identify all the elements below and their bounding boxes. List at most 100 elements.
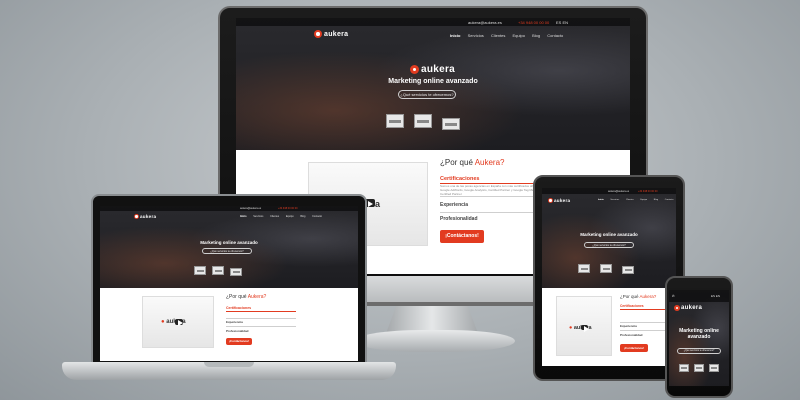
contact-phone[interactable]: +34 948 00 00 00 xyxy=(518,20,549,25)
phone-website: ✆ ES EN aukera Marketing online avanzado… xyxy=(669,290,729,386)
contact-phone[interactable]: +34 948 00 00 00 xyxy=(278,207,298,210)
hero-title: Marketing online avanzado xyxy=(200,240,258,245)
laptop-notch xyxy=(204,362,254,367)
google-analytics-badge xyxy=(414,114,432,128)
accordion-certificaciones[interactable]: Certificaciones xyxy=(620,304,644,308)
tablet-website: aukera@aukera.es +34 948 00 00 00 aukera… xyxy=(542,188,676,366)
contact-email[interactable]: aukera@aukera.es xyxy=(608,190,629,193)
phone-icon[interactable]: ✆ xyxy=(672,294,675,298)
video-player[interactable]: ● aukera xyxy=(556,296,612,356)
header-logo[interactable]: aukera xyxy=(134,214,156,219)
services-button[interactable]: ¿Qué servicios te ofrecemos? xyxy=(584,242,634,248)
language-switch[interactable]: ES EN xyxy=(711,294,720,298)
accordion-experiencia[interactable]: Experiencia xyxy=(440,202,468,208)
nav-item-contacto[interactable]: Contacto xyxy=(665,199,674,201)
tag-manager-badge xyxy=(442,118,460,130)
header-logo[interactable]: aukera xyxy=(314,30,348,38)
why-prefix: ¿Por qué xyxy=(440,158,475,167)
accordion-profesionalidad[interactable]: Profesionalidad xyxy=(440,216,478,222)
nav-item-clientes[interactable]: Clientes xyxy=(491,33,505,38)
google-adwords-badge xyxy=(578,264,590,273)
accordion-divider xyxy=(226,326,296,327)
accordion-profesionalidad[interactable]: Profesionalidad xyxy=(226,329,249,333)
hero-section: aukera@aukera.es +34 948 00 00 00 ES EN … xyxy=(236,18,630,150)
contact-button[interactable]: ¡Contáctanos! xyxy=(440,230,484,243)
logo-text: aukera xyxy=(324,30,349,38)
top-contact-bar: aukera@aukera.es +34 948 00 00 00 xyxy=(100,206,358,211)
accordion-certificaciones[interactable]: Certificaciones xyxy=(226,306,251,310)
nav-item-servicios[interactable]: Servicios xyxy=(610,199,619,201)
play-icon[interactable] xyxy=(175,319,184,327)
services-button[interactable]: ¿Qué servicios te ofrecemos? xyxy=(677,348,721,354)
nav-item-servicios[interactable]: Servicios xyxy=(468,33,484,38)
tag-manager-badge xyxy=(709,364,719,372)
google-adwords-badge xyxy=(679,364,689,372)
logo-icon xyxy=(548,198,553,203)
nav-item-clientes[interactable]: Clientes xyxy=(626,199,634,201)
accordion-experiencia[interactable]: Experiencia xyxy=(620,324,637,328)
tag-manager-badge xyxy=(622,266,634,274)
hero-logo-text: aukera xyxy=(421,64,456,75)
contact-button[interactable]: ¡Contáctanos! xyxy=(226,338,252,345)
logo-text: aukera xyxy=(554,198,571,203)
hero-logo: aukera xyxy=(410,64,455,75)
services-button[interactable]: ¿Qué servicios te ofrecemos? xyxy=(398,90,456,99)
video-player[interactable]: ● aukera xyxy=(142,296,214,348)
nav-item-servicios[interactable]: Servicios xyxy=(253,215,263,218)
why-heading: ¿Por qué Aukera? xyxy=(440,158,504,167)
logo-text: aukera xyxy=(140,214,157,219)
contact-email[interactable]: aukera@aukera.es xyxy=(240,207,261,210)
nav-item-equipo[interactable]: Equipo xyxy=(286,215,294,218)
accordion-profesionalidad[interactable]: Profesionalidad xyxy=(620,333,643,337)
top-contact-bar: ✆ ES EN xyxy=(669,290,729,302)
hero-logo-icon xyxy=(410,65,419,74)
why-prefix: ¿Por qué xyxy=(226,294,248,300)
why-prefix: ¿Por qué xyxy=(620,294,640,299)
language-switch[interactable]: ES EN xyxy=(556,20,568,25)
logo-icon xyxy=(314,30,322,38)
nav-item-equipo[interactable]: Equipo xyxy=(513,33,525,38)
contact-button[interactable]: ¡Contáctanos! xyxy=(620,344,648,352)
monitor-stand-foot xyxy=(355,330,515,352)
accordion-experiencia[interactable]: Experiencia xyxy=(226,320,243,324)
why-heading: ¿Por qué Aukera? xyxy=(226,294,266,300)
hero-title: Marketing online avanzado xyxy=(388,78,478,85)
hero-title: Marketing online avanzado xyxy=(580,232,638,237)
google-adwords-badge xyxy=(194,266,206,275)
google-analytics-badge xyxy=(694,364,704,372)
hero-title: Marketing online avanzado xyxy=(679,328,719,340)
tag-manager-badge xyxy=(230,268,242,276)
play-icon[interactable] xyxy=(581,325,589,333)
nav-item-blog[interactable]: Blog xyxy=(654,199,658,201)
nav-item-inicio[interactable]: Inicio xyxy=(450,33,460,38)
services-button[interactable]: ¿Qué servicios te ofrecemos? xyxy=(202,248,252,254)
logo-icon xyxy=(134,214,139,219)
laptop-website: aukera@aukera.es +34 948 00 00 00 aukera… xyxy=(100,206,358,361)
hero-section: ✆ ES EN aukera Marketing online avanzado… xyxy=(669,290,729,386)
contact-phone[interactable]: +34 948 00 00 00 xyxy=(638,190,658,193)
nav-item-blog[interactable]: Blog xyxy=(300,215,305,218)
main-nav: Inicio Servicios Clientes Equipo Blog Co… xyxy=(592,199,674,201)
header-logo[interactable]: aukera xyxy=(548,198,570,203)
logo-text: aukera xyxy=(681,305,703,311)
why-brand: Aukera? xyxy=(247,294,267,300)
contact-email[interactable]: aukera@aukera.es xyxy=(468,20,502,25)
main-nav: Inicio Servicios Clientes Equipo Blog Co… xyxy=(444,33,563,38)
main-nav: Inicio Servicios Clientes Equipo Blog Co… xyxy=(234,215,322,218)
nav-item-contacto[interactable]: Contacto xyxy=(547,33,563,38)
hero-section: aukera@aukera.es +34 948 00 00 00 aukera… xyxy=(100,206,358,288)
accordion-certificaciones[interactable]: Certificaciones xyxy=(440,176,479,182)
top-contact-bar: aukera@aukera.es +34 948 00 00 00 ES EN xyxy=(236,18,630,26)
nav-item-equipo[interactable]: Equipo xyxy=(640,199,647,201)
nav-item-contacto[interactable]: Contacto xyxy=(312,215,322,218)
nav-item-inicio[interactable]: Inicio xyxy=(240,215,247,218)
google-adwords-badge xyxy=(386,114,404,128)
nav-item-clientes[interactable]: Clientes xyxy=(270,215,279,218)
why-brand: Aukera? xyxy=(474,158,505,167)
header-logo[interactable]: aukera xyxy=(674,305,702,311)
logo-icon xyxy=(674,305,680,311)
nav-item-inicio[interactable]: Inicio xyxy=(598,199,604,201)
hero-section: aukera@aukera.es +34 948 00 00 00 aukera… xyxy=(542,188,676,288)
nav-item-blog[interactable]: Blog xyxy=(532,33,540,38)
google-analytics-badge xyxy=(212,266,224,275)
